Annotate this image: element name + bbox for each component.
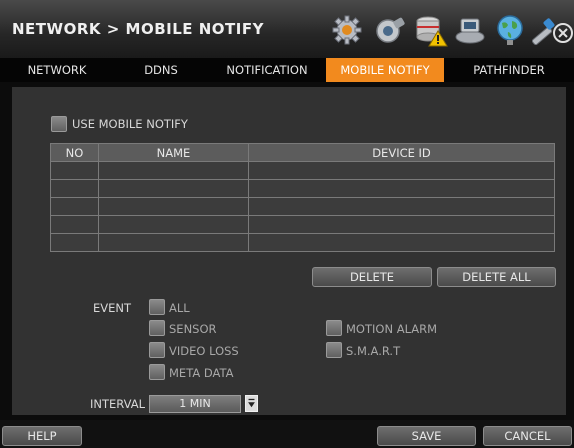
event-sensor-checkbox[interactable] — [149, 320, 165, 336]
table-row[interactable] — [50, 197, 555, 216]
tab-notification[interactable]: NOTIFICATION — [208, 58, 326, 82]
event-meta-data-label: META DATA — [169, 366, 234, 380]
device-table: NO NAME DEVICE ID — [50, 143, 555, 252]
help-button[interactable]: HELP — [2, 426, 82, 446]
tab-pathfinder[interactable]: PATHFINDER — [444, 58, 574, 82]
gear-icon[interactable] — [330, 13, 364, 47]
use-mobile-notify-label: USE MOBILE NOTIFY — [72, 117, 188, 131]
table-row[interactable] — [50, 179, 555, 198]
event-label: EVENT — [93, 301, 132, 315]
tab-network[interactable]: NETWORK — [0, 58, 114, 82]
cell-name — [98, 197, 249, 216]
cell-device-id — [248, 233, 555, 252]
cell-no — [50, 197, 99, 216]
event-smart-checkbox[interactable] — [326, 342, 342, 358]
cell-device-id — [248, 197, 555, 216]
table-row[interactable] — [50, 233, 555, 252]
cell-no — [50, 233, 99, 252]
cell-no — [50, 179, 99, 198]
tab-bar: NETWORK DDNS NOTIFICATION MOBILE NOTIFY … — [0, 58, 574, 82]
delete-all-button[interactable]: DELETE ALL — [437, 267, 556, 287]
table-row[interactable] — [50, 215, 555, 234]
chevron-down-icon[interactable] — [245, 395, 258, 412]
cell-no — [50, 161, 99, 180]
interval-select[interactable]: 1 MIN — [149, 395, 241, 413]
network-globe-icon[interactable] — [494, 13, 528, 47]
camera-icon[interactable] — [374, 13, 408, 47]
title-bar: NETWORK > MOBILE NOTIFY — [0, 0, 574, 58]
cell-no — [50, 215, 99, 234]
event-smart-label: S.M.A.R.T — [346, 344, 401, 358]
cell-name — [98, 233, 249, 252]
column-no: NO — [50, 143, 99, 162]
close-icon[interactable] — [552, 22, 574, 44]
devices-icon[interactable] — [453, 13, 487, 47]
save-button[interactable]: SAVE — [377, 426, 476, 446]
cell-name — [98, 161, 249, 180]
cell-device-id — [248, 179, 555, 198]
event-all-label: ALL — [169, 301, 190, 315]
cancel-button[interactable]: CANCEL — [483, 426, 572, 446]
table-row[interactable] — [50, 161, 555, 180]
event-motion-alarm-checkbox[interactable] — [326, 320, 342, 336]
event-video-loss-label: VIDEO LOSS — [169, 344, 239, 358]
page-title: NETWORK > MOBILE NOTIFY — [12, 20, 264, 38]
cell-name — [98, 215, 249, 234]
column-device-id: DEVICE ID — [248, 143, 555, 162]
event-motion-alarm-label: MOTION ALARM — [346, 322, 438, 336]
table-header-row: NO NAME DEVICE ID — [50, 143, 555, 162]
event-all-checkbox[interactable] — [149, 299, 165, 315]
cell-device-id — [248, 161, 555, 180]
tab-ddns[interactable]: DDNS — [114, 58, 208, 82]
delete-button[interactable]: DELETE — [312, 267, 432, 287]
cell-device-id — [248, 215, 555, 234]
tab-mobile-notify[interactable]: MOBILE NOTIFY — [326, 58, 444, 82]
event-meta-data-checkbox[interactable] — [149, 364, 165, 380]
column-name: NAME — [98, 143, 249, 162]
storage-warning-icon[interactable] — [414, 13, 448, 47]
interval-label: INTERVAL — [90, 397, 146, 411]
use-mobile-notify-checkbox[interactable] — [51, 116, 67, 132]
cell-name — [98, 179, 249, 198]
event-video-loss-checkbox[interactable] — [149, 342, 165, 358]
event-sensor-label: SENSOR — [169, 322, 217, 336]
